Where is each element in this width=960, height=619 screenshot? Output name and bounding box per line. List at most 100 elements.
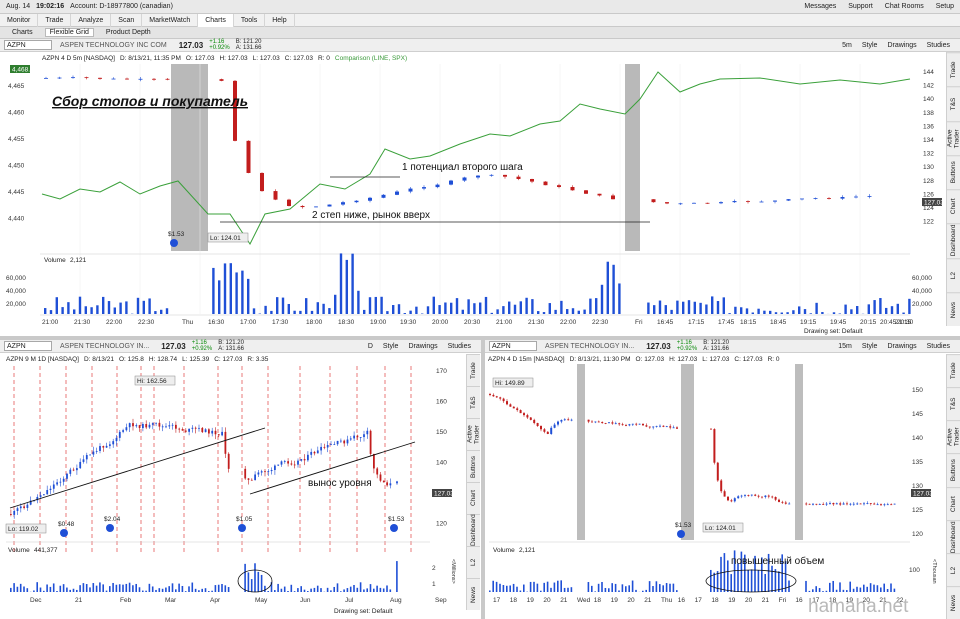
top-spx-tick: 4,465 [8,83,25,90]
menu-item-analyze[interactable]: Analyze [71,13,112,27]
side-top-tab-buttons[interactable]: Buttons [947,154,960,189]
top-style-button[interactable]: Style [862,42,878,49]
volume-bar [409,310,412,314]
candle [79,461,82,469]
top-symbol-input[interactable]: AZPN [4,40,52,50]
br-time-tick: 17 [493,597,501,604]
top-time-tick: 21:00 [496,319,513,326]
bl-symbol-input[interactable]: AZPN [4,341,52,351]
candle [859,503,862,505]
bl-drawing-set[interactable]: Drawing set: Default [330,606,466,616]
side-bl-tab-t-s[interactable]: T&S [467,386,480,418]
top-drawing-set[interactable]: Drawing set: Default [800,326,945,336]
volume-bar [171,583,174,592]
setup-button[interactable]: Setup [936,3,954,10]
candle [818,504,821,505]
candle [233,80,237,141]
volume-bar [303,589,306,592]
side-top-tab-dashboard[interactable]: Dashboard [947,223,960,258]
subtab-charts[interactable]: Charts [8,29,37,36]
side-br-tab-dashboard[interactable]: Dashboard [947,519,960,553]
bl-drawings-button[interactable]: Drawings [408,343,437,350]
br-symbol-input[interactable]: AZPN [489,341,537,351]
side-bl-tab-trade[interactable]: Trade [467,354,480,386]
volume-bar [628,585,630,592]
side-br-tab-chart[interactable]: Chart [947,486,960,520]
subtab-flexible-grid[interactable]: Flexible Grid [44,28,94,37]
menu-item-tools[interactable]: Tools [234,13,266,27]
volume-bar [786,312,789,314]
side-br-tab-active-trader[interactable]: Active Trader [947,420,960,454]
side-br-tab-trade[interactable]: Trade [947,354,960,388]
side-bl-tab-buttons[interactable]: Buttons [467,450,480,482]
side-top-tab-l2[interactable]: L2 [947,257,960,292]
candle [727,496,729,501]
br-studies-button[interactable]: Studies [927,343,950,350]
br-price-chart[interactable]: Hi: 149.89 Lo: 124.01 $1.53 150 145 140 135 130… [485,364,946,606]
side-br-tab-l2[interactable]: L2 [947,552,960,586]
candle [773,200,777,202]
bl-price-chart[interactable]: вынос уровня Hi: 162.56 Lo: 119.02 $0.48 $2.… [0,364,466,606]
bl-style-button[interactable]: Style [383,343,399,350]
br-style-button[interactable]: Style [862,343,878,350]
side-top-tab-active-trader[interactable]: Active Trader [947,120,960,155]
candle [214,430,217,435]
side-br-tab-t-s[interactable]: T&S [947,387,960,421]
br-period-button[interactable]: 15m [838,343,852,350]
candle [310,451,313,455]
candle [115,437,118,442]
candle [854,196,858,198]
candle [495,396,498,398]
volume-bar [842,589,845,592]
menu-item-scan[interactable]: Scan [111,13,143,27]
candle [570,186,575,191]
side-br-tab-news[interactable]: News [947,585,960,619]
candle [601,422,604,424]
top-price-chart[interactable]: Сбор стопов и покупатель 1 потенциал втор… [0,64,946,326]
volume-bar [175,589,177,592]
chat-rooms-button[interactable]: Chat Rooms [885,3,924,10]
candle [591,421,593,423]
side-br-tab-buttons[interactable]: Buttons [947,453,960,487]
side-top-tab-trade[interactable]: Trade [947,52,960,87]
top-drawings-button[interactable]: Drawings [887,42,916,49]
support-button[interactable]: Support [848,3,873,10]
side-bl-tab-chart[interactable]: Chart [467,482,480,514]
menu-item-help[interactable]: Help [265,13,295,27]
menu-item-monitor[interactable]: Monitor [0,13,39,27]
br-drawings-button[interactable]: Drawings [887,343,916,350]
menu-item-charts[interactable]: Charts [198,13,234,27]
menu-item-trade[interactable]: Trade [38,13,72,27]
top-studies-button[interactable]: Studies [927,42,950,49]
menu-item-marketwatch[interactable]: MarketWatch [142,13,199,27]
side-top-tab-chart[interactable]: Chart [947,189,960,224]
side-top-tab-t-s[interactable]: T&S [947,86,960,121]
candle [118,431,121,438]
side-top-tab-news[interactable]: News [947,291,960,326]
top-period-button[interactable]: 5m [842,42,852,49]
messages-button[interactable]: Messages [804,3,836,10]
candle [873,503,876,505]
bl-studies-button[interactable]: Studies [448,343,471,350]
br-chart-toolbar: AZPN ASPEN TECHNOLOGY IN... 127.03 +1.16… [485,340,960,353]
candle [125,427,128,431]
volume-bar [525,297,528,314]
bl-period-button[interactable]: D [368,343,373,350]
side-bl-tab-dashboard[interactable]: Dashboard [467,514,480,546]
volume-bar [542,312,546,314]
spx-left-marker: 4,468.01 [12,67,38,74]
br-time-tick: 21 [560,597,568,604]
candle [553,424,556,428]
side-bl-tab-l2[interactable]: L2 [467,546,480,578]
top-spx-tick: 4,440 [8,216,25,223]
volume-bar [769,310,772,314]
candle [563,419,566,421]
top_chart-comparison[interactable]: Comparison (LINE, SPX) [335,55,407,62]
side-bl-tab-news[interactable]: News [467,578,480,610]
side-bl-tab-active-trader[interactable]: Active Trader [467,418,481,450]
volume-bar [373,588,375,592]
volume-bar [560,580,562,592]
subtab-product-depth[interactable]: Product Depth [102,29,155,36]
candle [672,427,675,429]
account-label[interactable]: Account: D-18977800 (canadian) [70,3,173,10]
